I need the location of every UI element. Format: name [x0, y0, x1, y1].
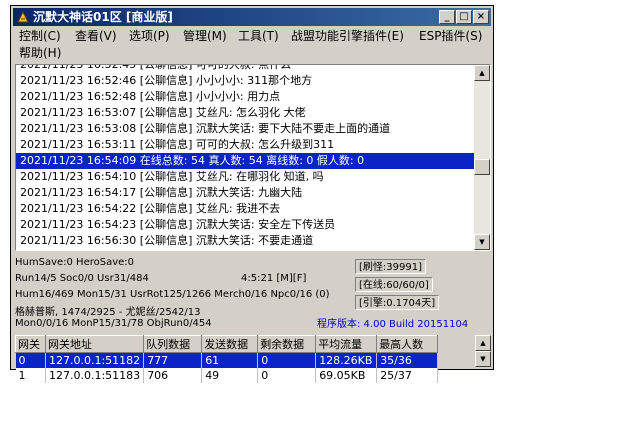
main-window: 沉默大神话01区 [商业版] _ □ × 控制(C) 查看(V) 选项(P) 管… [10, 5, 494, 383]
gateway-scrollbar[interactable]: ▲ ▼ [475, 335, 491, 367]
stat-boss: 格赫普斯, 1474/2925 - 尤妮丝/2542/13 [15, 307, 201, 318]
table-cell: 0 [15, 352, 46, 368]
log-list: 2021/11/23 16:52:45 [公聊信息] 可可的大叔: 点什么 20… [16, 64, 474, 249]
table-cell: 127.0.0.1:51183 [45, 368, 145, 383]
log-scrollbar[interactable]: ▲ ▼ [474, 65, 490, 250]
menu-view[interactable]: 查看(V) [75, 28, 117, 45]
stat-run: Run14/5 Soc0/0 Usr31/484 [15, 273, 149, 284]
scroll-down-arrow-icon[interactable]: ▼ [474, 234, 490, 250]
log-line: 2021/11/23 16:54:22 [公聊信息] 艾丝凡: 我进不去 [20, 202, 281, 215]
column-header[interactable]: 队列数据 [143, 335, 203, 353]
menu-bar: 控制(C) 查看(V) 选项(P) 管理(M) 工具(T) 战盟功能引擎插件(E… [13, 27, 491, 63]
title-bar[interactable]: 沉默大神话01区 [商业版] _ □ × [13, 8, 491, 26]
online-counter: [在线:60/60/0] [355, 277, 433, 292]
app-icon [17, 10, 29, 23]
table-cell: 777 [143, 352, 203, 368]
stat-time: 4:5:21 [M][F] [241, 273, 307, 284]
menu-help[interactable]: 帮助(H) [19, 45, 61, 62]
table-cell: 127.0.0.1:51182 [45, 352, 145, 368]
gateway-grid[interactable]: 网关 网关地址 队列数据 发送数据 剩余数据 平均流量 最高人数 0 127.0.0.1:51… [15, 335, 439, 383]
maximize-button[interactable]: □ [456, 10, 472, 24]
stat-save: HumSave:0 HeroSave:0 [15, 257, 135, 268]
column-header[interactable]: 剩余数据 [257, 335, 317, 353]
table-cell: 1 [15, 368, 46, 383]
log-line: 2021/11/23 16:52:48 [公聊信息] 小小小小: 用力点 [20, 90, 281, 103]
log-line: 2021/11/23 16:53:11 [公聊信息] 可可的大叔: 怎么升级到3… [20, 138, 335, 151]
gateway-header-row: 网关 网关地址 队列数据 发送数据 剩余数据 平均流量 最高人数 [15, 335, 439, 353]
menu-manage[interactable]: 管理(M) [183, 28, 227, 45]
minimize-button[interactable]: _ [439, 10, 455, 24]
log-line: 2021/11/23 16:52:46 [公聊信息] 小小小小: 311那个地方 [20, 74, 313, 87]
column-header[interactable]: 平均流量 [315, 335, 378, 353]
program-version: 程序版本: 4.00 Build 20151104 [317, 319, 469, 330]
menu-control[interactable]: 控制(C) [19, 28, 61, 45]
menu-esp-plugin[interactable]: ESP插件(S) [419, 28, 482, 45]
scroll-up-arrow-icon[interactable]: ▲ [474, 65, 490, 81]
log-panel[interactable]: 2021/11/23 16:52:45 [公聊信息] 可可的大叔: 点什么 20… [15, 64, 491, 251]
close-button[interactable]: × [473, 10, 489, 24]
column-header[interactable]: 网关地址 [44, 335, 145, 353]
log-line: 2021/11/23 16:54:17 [公聊信息] 沉默大笑话: 九幽大陆 [20, 186, 303, 199]
table-cell: 0 [257, 352, 317, 368]
table-row[interactable]: 1 127.0.0.1:51183 706 49 0 69.05KB 25/37 [15, 368, 439, 383]
menu-tools[interactable]: 工具(T) [238, 28, 279, 45]
log-line: 2021/11/23 16:54:23 [公聊信息] 沉默大笑话: 安全左下传送… [20, 218, 336, 231]
table-cell: 128.26KB [315, 352, 378, 368]
log-line: 2021/11/23 16:56:30 [公聊信息] 沉默大笑话: 不要走通道 [20, 234, 314, 247]
table-cell: 35/36 [376, 352, 439, 368]
table-cell: 0 [257, 368, 317, 383]
table-cell: 61 [201, 352, 259, 368]
column-header[interactable]: 发送数据 [201, 335, 259, 353]
table-cell: 69.05KB [315, 368, 378, 383]
table-cell: 706 [143, 368, 203, 383]
menu-guild-engine-plugin[interactable]: 战盟功能引擎插件(E) [291, 28, 404, 45]
scroll-thumb[interactable] [474, 159, 490, 175]
column-header[interactable]: 网关 [15, 335, 46, 353]
table-cell: 49 [201, 368, 259, 383]
refresh-monster-counter: [刷怪:39991] [355, 259, 426, 274]
column-header[interactable]: 最高人数 [376, 335, 439, 353]
log-line: 2021/11/23 16:52:45 [公聊信息] 可可的大叔: 点什么 [20, 64, 292, 71]
window-title: 沉默大神话01区 [商业版] [33, 10, 173, 24]
log-line: 2021/11/23 16:54:10 [公聊信息] 艾丝凡: 在哪羽化 知道,… [20, 170, 324, 183]
table-cell: 25/37 [376, 368, 439, 383]
log-line-selected[interactable]: 2021/11/23 16:54:09 在线总数: 54 真人数: 54 离线数… [16, 153, 474, 169]
table-row[interactable]: 0 127.0.0.1:51182 777 61 0 128.26KB 35/36 [15, 352, 439, 368]
log-line: 2021/11/23 16:53:08 [公聊信息] 沉默大笑话: 要下大陆不要… [20, 122, 391, 135]
stat-hum: Hum16/469 Mon15/31 UsrRot125/1266 Merch0… [15, 289, 330, 300]
gateway-table: 网关 网关地址 队列数据 发送数据 剩余数据 平均流量 最高人数 0 127.0.0.1:51… [15, 335, 491, 383]
scroll-up-arrow-icon[interactable]: ▲ [475, 335, 491, 351]
scroll-down-arrow-icon[interactable]: ▼ [475, 351, 491, 367]
engine-uptime: [引擎:0.1704天] [355, 295, 440, 310]
stat-mon: Mon0/0/16 MonP15/31/78 ObjRun0/454 [15, 318, 212, 329]
log-line: 2021/11/23 16:53:07 [公聊信息] 艾丝凡: 怎么羽化 大佬 [20, 106, 306, 119]
menu-options[interactable]: 选项(P) [129, 28, 170, 45]
